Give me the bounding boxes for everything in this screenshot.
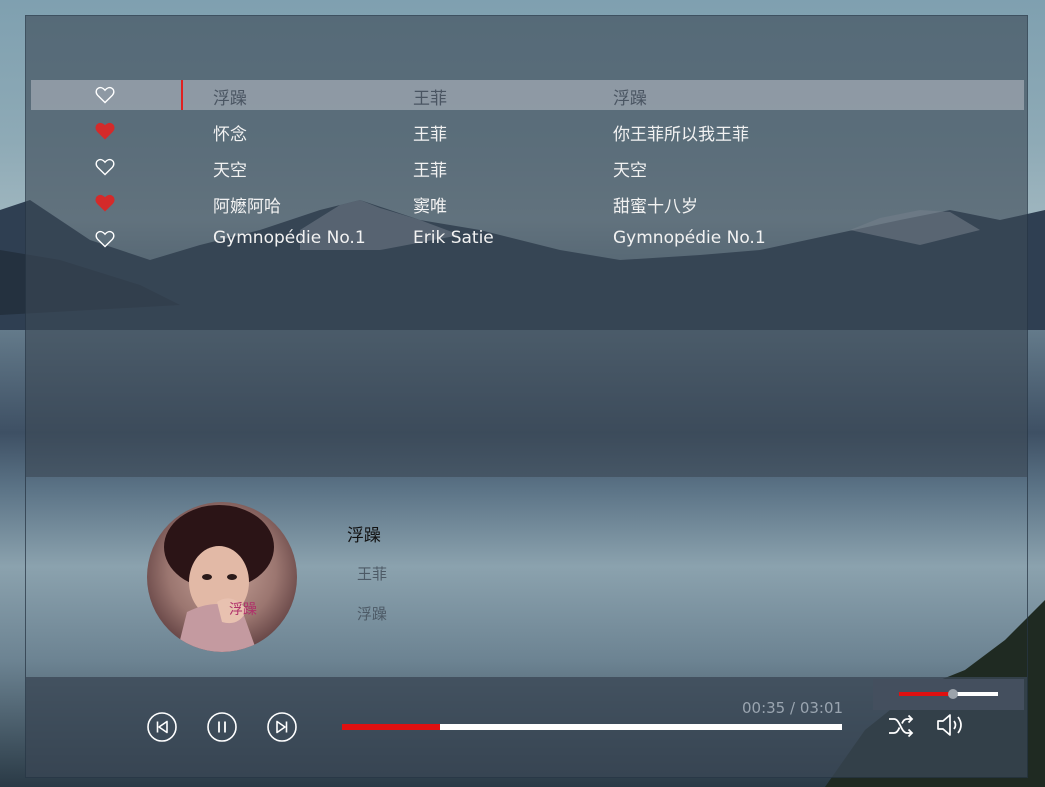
playlist-row[interactable]: 怀念 王菲 你王菲所以我王菲 (31, 116, 1024, 146)
heart-outline-icon[interactable] (95, 230, 115, 248)
active-row-marker (181, 80, 183, 110)
progress-fill (342, 724, 440, 730)
playlist-row[interactable]: Gymnopédie No.1 Erik Satie Gymnopédie No.1 (31, 224, 1024, 254)
progress-bar[interactable] (342, 724, 842, 730)
playlist-panel: 浮躁 王菲 浮躁 怀念 王菲 你王菲所以我王菲 天空 王菲 天空 阿嬷阿哈 窦唯 甜蜜十八岁 Gymno… (26, 16, 1027, 477)
now-playing-panel: 浮躁 浮躁 王菲 浮躁 (26, 477, 1027, 677)
skip-previous-icon (147, 712, 177, 742)
heart-outline-icon[interactable] (95, 86, 115, 104)
volume-fill (899, 692, 954, 696)
playlist-row[interactable]: 天空 王菲 天空 (31, 152, 1024, 182)
pause-icon (207, 712, 237, 742)
album-cover: 浮躁 (147, 502, 297, 652)
volume-button[interactable] (935, 710, 969, 744)
song-title: Gymnopédie No.1 (213, 228, 366, 248)
heart-outline-icon[interactable] (95, 158, 115, 176)
song-artist: 王菲 (413, 125, 447, 145)
music-player: 浮躁 王菲 浮躁 怀念 王菲 你王菲所以我王菲 天空 王菲 天空 阿嬷阿哈 窦唯 甜蜜十八岁 Gymno… (25, 15, 1028, 778)
playlist-row[interactable]: 浮躁 王菲 浮躁 (31, 80, 1024, 110)
shuffle-icon (889, 714, 914, 738)
pause-button[interactable] (206, 711, 238, 743)
skip-next-icon (267, 712, 297, 742)
now-playing-album: 浮躁 (357, 605, 388, 623)
song-title: 浮躁 (213, 89, 247, 109)
now-playing-artist: 王菲 (357, 565, 388, 583)
song-artist: 窦唯 (413, 197, 447, 217)
song-album: 浮躁 (613, 89, 647, 109)
song-album: 甜蜜十八岁 (613, 197, 698, 217)
svg-text:浮躁: 浮躁 (229, 602, 257, 618)
song-title: 阿嬷阿哈 (213, 197, 281, 217)
heart-filled-icon[interactable] (95, 122, 115, 140)
playlist-row[interactable]: 阿嬷阿哈 窦唯 甜蜜十八岁 (31, 188, 1024, 218)
volume-icon (937, 714, 962, 736)
volume-popup (873, 679, 1024, 710)
heart-filled-icon[interactable] (95, 194, 115, 212)
next-button[interactable] (266, 711, 298, 743)
song-album: 天空 (613, 161, 647, 181)
previous-button[interactable] (146, 711, 178, 743)
volume-slider[interactable] (899, 689, 998, 699)
now-playing-title: 浮躁 (347, 526, 381, 546)
shuffle-button[interactable] (886, 711, 916, 745)
song-album: 你王菲所以我王菲 (613, 125, 749, 145)
song-artist: 王菲 (413, 161, 447, 181)
volume-knob[interactable] (948, 689, 959, 699)
song-title: 怀念 (213, 125, 247, 145)
time-display: 00:35 / 03:01 (742, 699, 844, 717)
control-bar: 00:35 / 03:01 (26, 677, 1027, 777)
song-artist: Erik Satie (413, 228, 494, 248)
song-artist: 王菲 (413, 89, 447, 109)
song-title: 天空 (213, 161, 247, 181)
song-album: Gymnopédie No.1 (613, 228, 766, 248)
